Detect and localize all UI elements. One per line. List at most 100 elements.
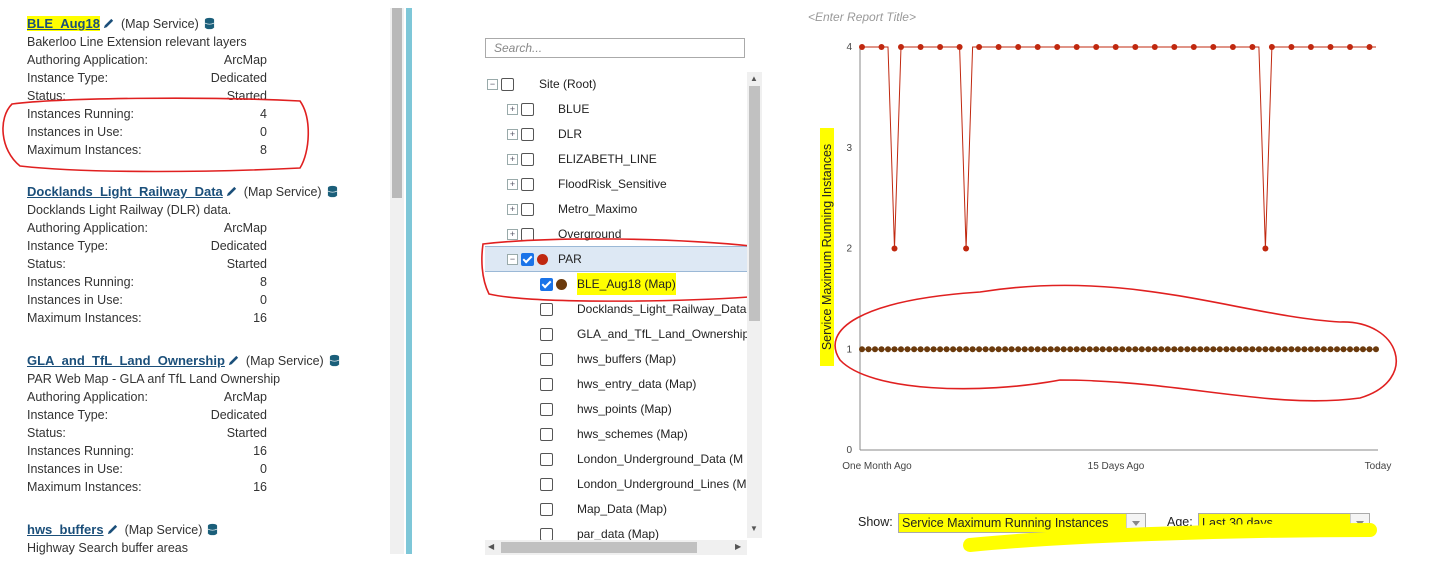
edit-pencil-icon[interactable] bbox=[227, 354, 240, 367]
tree-node[interactable]: GLA_and_TfL_Land_Ownership bbox=[473, 323, 749, 345]
tree-node[interactable]: + DLR bbox=[473, 123, 748, 145]
tree-node[interactable]: hws_entry_data (Map) bbox=[473, 373, 748, 395]
expand-toggle-icon[interactable]: + bbox=[507, 229, 518, 240]
tree-node[interactable]: − Site (Root) bbox=[473, 73, 748, 95]
expand-toggle-icon[interactable]: + bbox=[507, 154, 518, 165]
y-tick-label: 4 bbox=[846, 42, 852, 53]
service-name-link[interactable]: BLE_Aug18 bbox=[27, 16, 100, 31]
scroll-right-arrow-icon[interactable]: ▶ bbox=[735, 542, 741, 551]
tree-node[interactable]: + BLUE bbox=[473, 98, 748, 120]
tree-checkbox[interactable] bbox=[540, 503, 553, 516]
age-select[interactable]: Last 30 days bbox=[1198, 513, 1370, 533]
data-point bbox=[1093, 346, 1100, 353]
tree-node-label[interactable]: hws_entry_data (Map) bbox=[577, 373, 696, 395]
scrollbar-thumb[interactable] bbox=[501, 542, 697, 553]
tree-node[interactable]: + FloodRisk_Sensitive bbox=[473, 173, 748, 195]
service-name-link[interactable]: Docklands_Light_Railway_Data bbox=[27, 184, 223, 199]
tree-checkbox[interactable] bbox=[521, 253, 534, 266]
tree-node-label[interactable]: hws_points (Map) bbox=[577, 398, 672, 420]
scrollbar-thumb[interactable] bbox=[392, 8, 402, 198]
scroll-up-arrow-icon[interactable]: ▲ bbox=[750, 74, 758, 83]
tree-checkbox[interactable] bbox=[540, 453, 553, 466]
tree-node-label[interactable]: Docklands_Light_Railway_Data bbox=[577, 298, 746, 320]
tree-checkbox[interactable] bbox=[540, 378, 553, 391]
service-name-link[interactable]: hws_buffers bbox=[27, 522, 104, 537]
tree-vertical-scrollbar[interactable]: ▲ ▼ bbox=[747, 72, 762, 538]
tree-node[interactable]: hws_buffers (Map) bbox=[473, 348, 748, 370]
chevron-down-icon[interactable] bbox=[1126, 514, 1145, 532]
data-point bbox=[1151, 44, 1158, 50]
edit-pencil-icon[interactable] bbox=[102, 17, 115, 30]
database-icon bbox=[204, 17, 215, 30]
scroll-left-arrow-icon[interactable]: ◀ bbox=[488, 542, 494, 551]
expand-toggle-icon[interactable]: + bbox=[507, 179, 518, 190]
tree-node-label[interactable]: Metro_Maximo bbox=[558, 198, 637, 220]
tree-node-label[interactable]: Site (Root) bbox=[539, 73, 596, 95]
tree-node-label[interactable]: hws_schemes (Map) bbox=[577, 423, 688, 445]
tree-node-label[interactable]: FloodRisk_Sensitive bbox=[558, 173, 667, 195]
tree-node[interactable]: London_Underground_Lines (M bbox=[473, 473, 748, 495]
service-property-row: Status: Started bbox=[27, 87, 267, 105]
tree-node-label[interactable]: Map_Data (Map) bbox=[577, 498, 667, 520]
tree-node[interactable]: London_Underground_Data (M bbox=[473, 448, 748, 470]
tree-search-input[interactable]: Search... bbox=[485, 38, 745, 58]
tree-checkbox[interactable] bbox=[540, 428, 553, 441]
expand-toggle-icon[interactable]: + bbox=[507, 204, 518, 215]
expand-toggle-icon[interactable]: − bbox=[507, 254, 518, 265]
tree-checkbox[interactable] bbox=[521, 228, 534, 241]
service-property-row: Maximum Instances: 8 bbox=[27, 141, 267, 159]
tree-node[interactable]: hws_schemes (Map) bbox=[473, 423, 748, 445]
tree-checkbox[interactable] bbox=[521, 103, 534, 116]
expand-toggle-icon[interactable]: + bbox=[507, 129, 518, 140]
tree-horizontal-scrollbar[interactable]: ◀ ▶ bbox=[485, 540, 747, 555]
show-select[interactable]: Service Maximum Running Instances bbox=[898, 513, 1146, 533]
service-list-scrollbar[interactable] bbox=[390, 8, 404, 554]
tree-checkbox[interactable] bbox=[540, 303, 553, 316]
tree-node[interactable]: + ELIZABETH_LINE bbox=[473, 148, 748, 170]
tree-node[interactable]: hws_points (Map) bbox=[473, 398, 748, 420]
tree-node-label[interactable]: PAR bbox=[558, 248, 582, 270]
scroll-down-arrow-icon[interactable]: ▼ bbox=[750, 524, 758, 533]
tree-node-label[interactable]: hws_buffers (Map) bbox=[577, 348, 676, 370]
tree-node[interactable]: + Metro_Maximo bbox=[473, 198, 748, 220]
tree-checkbox[interactable] bbox=[540, 328, 553, 341]
edit-pencil-icon[interactable] bbox=[106, 523, 119, 536]
tree-checkbox[interactable] bbox=[521, 128, 534, 141]
tree-node[interactable]: + Overground bbox=[473, 223, 748, 245]
tree-node-label[interactable]: GLA_and_TfL_Land_Ownership bbox=[577, 323, 749, 345]
database-icon bbox=[327, 185, 337, 198]
data-point bbox=[1307, 346, 1314, 353]
tree-checkbox[interactable] bbox=[521, 153, 534, 166]
service-name-link[interactable]: GLA_and_TfL_Land_Ownership bbox=[27, 353, 225, 368]
tree-checkbox[interactable] bbox=[540, 278, 553, 291]
tree-checkbox[interactable] bbox=[521, 178, 534, 191]
tree-node-label[interactable]: ELIZABETH_LINE bbox=[558, 148, 657, 170]
tree-node[interactable]: Map_Data (Map) bbox=[473, 498, 748, 520]
scrollbar-thumb[interactable] bbox=[749, 86, 760, 321]
tree-checkbox[interactable] bbox=[540, 478, 553, 491]
service-property-row: Maximum Instances: 16 bbox=[27, 478, 267, 496]
tree-checkbox[interactable] bbox=[501, 78, 514, 91]
tree-checkbox[interactable] bbox=[521, 203, 534, 216]
tree-checkbox[interactable] bbox=[540, 353, 553, 366]
service-property-row: Instances Running: 16 bbox=[27, 442, 267, 460]
tree-node-label[interactable]: London_Underground_Lines (M bbox=[577, 473, 746, 495]
tree-node-label[interactable]: Overground bbox=[558, 223, 621, 245]
chevron-down-icon[interactable] bbox=[1350, 514, 1369, 532]
property-value: 0 bbox=[260, 125, 267, 139]
tree-checkbox[interactable] bbox=[540, 403, 553, 416]
data-point bbox=[1327, 346, 1334, 353]
tree-node[interactable]: Docklands_Light_Railway_Data bbox=[473, 298, 748, 320]
tree-node-label[interactable]: DLR bbox=[558, 123, 582, 145]
tree-node-label[interactable]: BLUE bbox=[558, 98, 589, 120]
tree-node-label[interactable]: BLE_Aug18 (Map) bbox=[577, 273, 676, 295]
tree-node[interactable]: − PAR bbox=[473, 248, 748, 270]
data-point bbox=[891, 245, 898, 252]
data-point bbox=[917, 44, 924, 50]
data-point bbox=[1132, 44, 1139, 50]
tree-node[interactable]: BLE_Aug18 (Map) bbox=[473, 273, 748, 295]
expand-toggle-icon[interactable]: − bbox=[487, 79, 498, 90]
edit-pencil-icon[interactable] bbox=[225, 185, 238, 198]
tree-node-label[interactable]: London_Underground_Data (M bbox=[577, 448, 743, 470]
expand-toggle-icon[interactable]: + bbox=[507, 104, 518, 115]
